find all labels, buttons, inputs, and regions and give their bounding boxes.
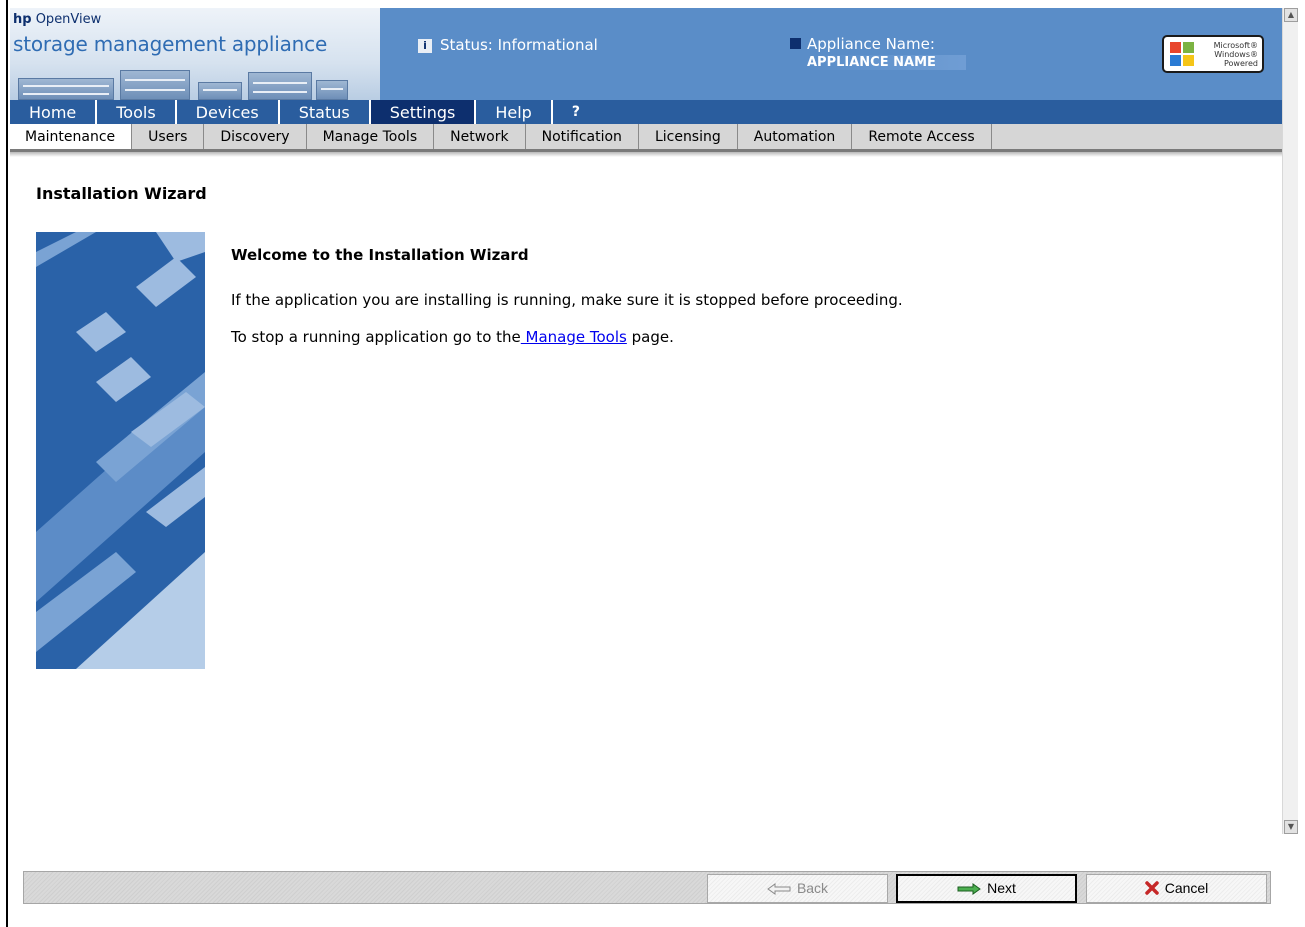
window-frame [0,0,8,927]
cancel-button-label: Cancel [1164,880,1209,896]
subnav-licensing[interactable]: Licensing [639,124,738,149]
subnav-maintenance[interactable]: Maintenance [10,124,133,149]
subnav-network[interactable]: Network [434,124,526,149]
next-arrow-icon [957,878,981,903]
subnav-users[interactable]: Users [132,124,205,149]
welcome-heading: Welcome to the Installation Wizard [231,246,529,264]
back-arrow-icon [767,877,791,904]
windows-flag-icon [1170,42,1196,68]
storage-racks-image [12,64,352,100]
nav-home[interactable]: Home [10,100,98,124]
back-button[interactable]: Back [707,874,888,903]
nav-help[interactable]: Help [476,100,553,124]
vertical-scrollbar[interactable]: ▲ ▼ [1282,8,1298,834]
status-indicator: i Status: Informational [418,36,598,54]
manage-tools-link[interactable]: Manage Tools [521,328,627,346]
subnav-automation[interactable]: Automation [738,124,853,149]
cancel-x-icon [1144,877,1159,904]
info-icon: i [418,39,432,53]
nav-settings[interactable]: Settings [370,100,477,124]
wizard-stairs-image [36,232,205,669]
brand-hp-openview: hp OpenView [13,12,102,27]
nav-tools[interactable]: Tools [97,100,177,124]
instruction-paragraph: If the application you are installing is… [231,291,903,309]
appliance-name: Appliance Name: APPLIANCE NAME [790,34,966,70]
nav-devices[interactable]: Devices [177,100,280,124]
nav-question-help[interactable]: ? [553,100,599,124]
brand-product-name: storage management appliance [13,32,328,56]
next-button-label: Next [987,880,1016,896]
manage-tools-paragraph: To stop a running application go to the … [231,328,674,346]
nav-status[interactable]: Status [280,100,371,124]
subnav-remote-access[interactable]: Remote Access [852,124,992,149]
brand-area: hp OpenView storage management appliance [10,8,380,100]
cancel-button[interactable]: Cancel [1086,874,1267,903]
paragraph-prefix: To stop a running application go to the [231,328,521,346]
paragraph-suffix: page. [626,328,674,346]
windows-powered-logo: Microsoft® Windows® Powered [1162,35,1264,73]
windows-logo-text: Microsoft® Windows® Powered [1213,41,1258,68]
back-button-label: Back [796,880,829,896]
subnav-notification[interactable]: Notification [526,124,639,149]
next-button[interactable]: Next [896,874,1077,903]
status-text: Status: Informational [440,36,598,54]
appliance-name-value: APPLIANCE NAME [807,55,966,70]
wizard-button-bar: Back Next Cancel [23,871,1271,904]
page-title: Installation Wizard [36,184,207,203]
subnav-discovery[interactable]: Discovery [204,124,307,149]
appliance-name-label: Appliance Name: [807,35,935,53]
subnav-manage-tools[interactable]: Manage Tools [307,124,435,149]
square-bullet-icon [790,38,801,49]
top-nav: Home Tools Devices Status Settings Help … [10,100,1282,124]
header-banner: hp OpenView storage management appliance… [10,8,1282,100]
subnav-shadow [10,152,1282,157]
sub-nav: Maintenance Users Discovery Manage Tools… [10,124,1282,152]
scroll-down-icon[interactable]: ▼ [1284,820,1298,834]
scroll-up-icon[interactable]: ▲ [1284,8,1298,22]
